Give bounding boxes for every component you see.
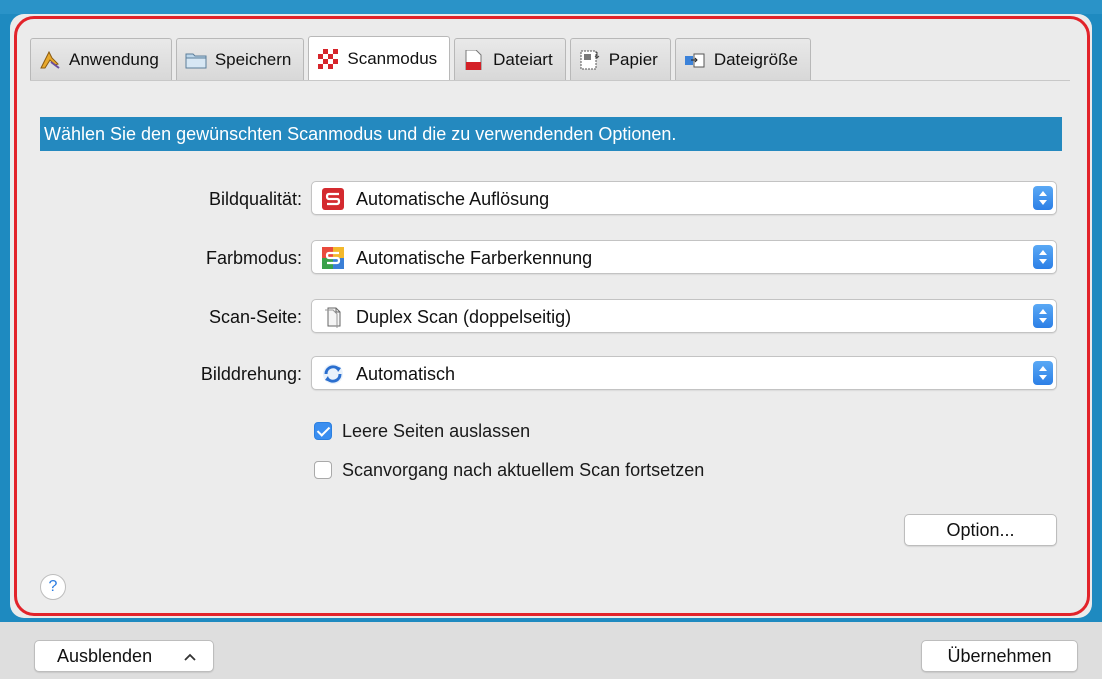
- color-mode-select[interactable]: Automatische Farberkennung: [311, 240, 1057, 274]
- hide-button[interactable]: Ausblenden: [34, 640, 214, 672]
- scan-side-label: Scan-Seite:: [208, 307, 302, 327]
- tab-label: Dateigröße: [713, 49, 798, 69]
- tab-papier[interactable]: Papier: [569, 38, 671, 80]
- tab-label: Anwendung: [69, 49, 159, 69]
- tab-label: Papier: [608, 49, 658, 69]
- skip-blank-pages-label: Leere Seiten auslassen: [342, 421, 531, 441]
- tab-anwendung[interactable]: Anwendung: [30, 38, 172, 80]
- scan-mode-icon: [317, 48, 339, 69]
- application-icon: [39, 50, 61, 70]
- chevron-updown-icon: [1033, 245, 1053, 269]
- scan-side-select[interactable]: Duplex Scan (doppelseitig): [311, 299, 1057, 333]
- color-mode-value: Automatische Farberkennung: [356, 248, 593, 268]
- apply-button[interactable]: Übernehmen: [921, 640, 1078, 672]
- duplex-page-icon: [322, 306, 344, 328]
- image-rotation-label: Bilddrehung:: [200, 364, 302, 384]
- chevron-updown-icon: [1033, 304, 1053, 328]
- image-quality-select[interactable]: Automatische Auflösung: [311, 181, 1057, 215]
- tab-dateigroesse[interactable]: Dateigröße: [674, 38, 811, 80]
- checkbox-unchecked-icon[interactable]: [314, 461, 332, 479]
- color-mode-label: Farbmodus:: [205, 248, 302, 268]
- help-icon[interactable]: ?: [40, 574, 66, 600]
- tab-label: Dateiart: [493, 49, 553, 69]
- auto-color-icon: [322, 247, 344, 269]
- settings-window: Anwendung Speichern Scanmodus Dateiart P…: [0, 0, 1102, 679]
- paper-icon: [579, 50, 601, 70]
- folder-icon: [185, 50, 207, 70]
- tab-dateiart[interactable]: Dateiart: [454, 38, 566, 80]
- option-button[interactable]: Option...: [904, 514, 1057, 546]
- tab-bar: Anwendung Speichern Scanmodus Dateiart P…: [30, 36, 815, 80]
- tab-label: Speichern: [214, 49, 292, 69]
- continue-scan-label: Scanvorgang nach aktuellem Scan fortsetz…: [342, 460, 705, 480]
- bottom-bar: Ausblenden Übernehmen: [0, 622, 1102, 679]
- setting-row-color-mode: Farbmodus: Automatische Farberkennung: [0, 240, 1102, 276]
- setting-row-scan-side: Scan-Seite: Duplex Scan (doppelseitig): [0, 299, 1102, 335]
- tab-label: Scanmodus: [347, 48, 438, 68]
- auto-resolution-icon: [322, 188, 344, 210]
- chevron-updown-icon: [1033, 186, 1053, 210]
- file-type-icon: [463, 49, 485, 70]
- auto-rotate-icon: [322, 363, 344, 385]
- image-rotation-select[interactable]: Automatisch: [311, 356, 1057, 390]
- setting-row-image-rotation: Bilddrehung: Automatisch: [0, 356, 1102, 392]
- scan-side-value: Duplex Scan (doppelseitig): [356, 307, 572, 327]
- checkbox-checked-icon[interactable]: [314, 422, 332, 440]
- tab-speichern[interactable]: Speichern: [175, 38, 305, 80]
- image-quality-label: Bildqualität:: [208, 189, 302, 209]
- file-size-icon: [684, 50, 706, 70]
- setting-row-image-quality: Bildqualität: Automatische Auflösung: [0, 181, 1102, 217]
- hide-button-label: Ausblenden: [57, 646, 153, 666]
- instruction-banner: Wählen Sie den gewünschten Scanmodus und…: [40, 117, 1062, 151]
- image-rotation-value: Automatisch: [356, 364, 456, 384]
- image-quality-value: Automatische Auflösung: [356, 189, 550, 209]
- chevron-up-icon: [184, 653, 196, 661]
- chevron-updown-icon: [1033, 361, 1053, 385]
- tab-scanmodus[interactable]: Scanmodus: [308, 36, 451, 80]
